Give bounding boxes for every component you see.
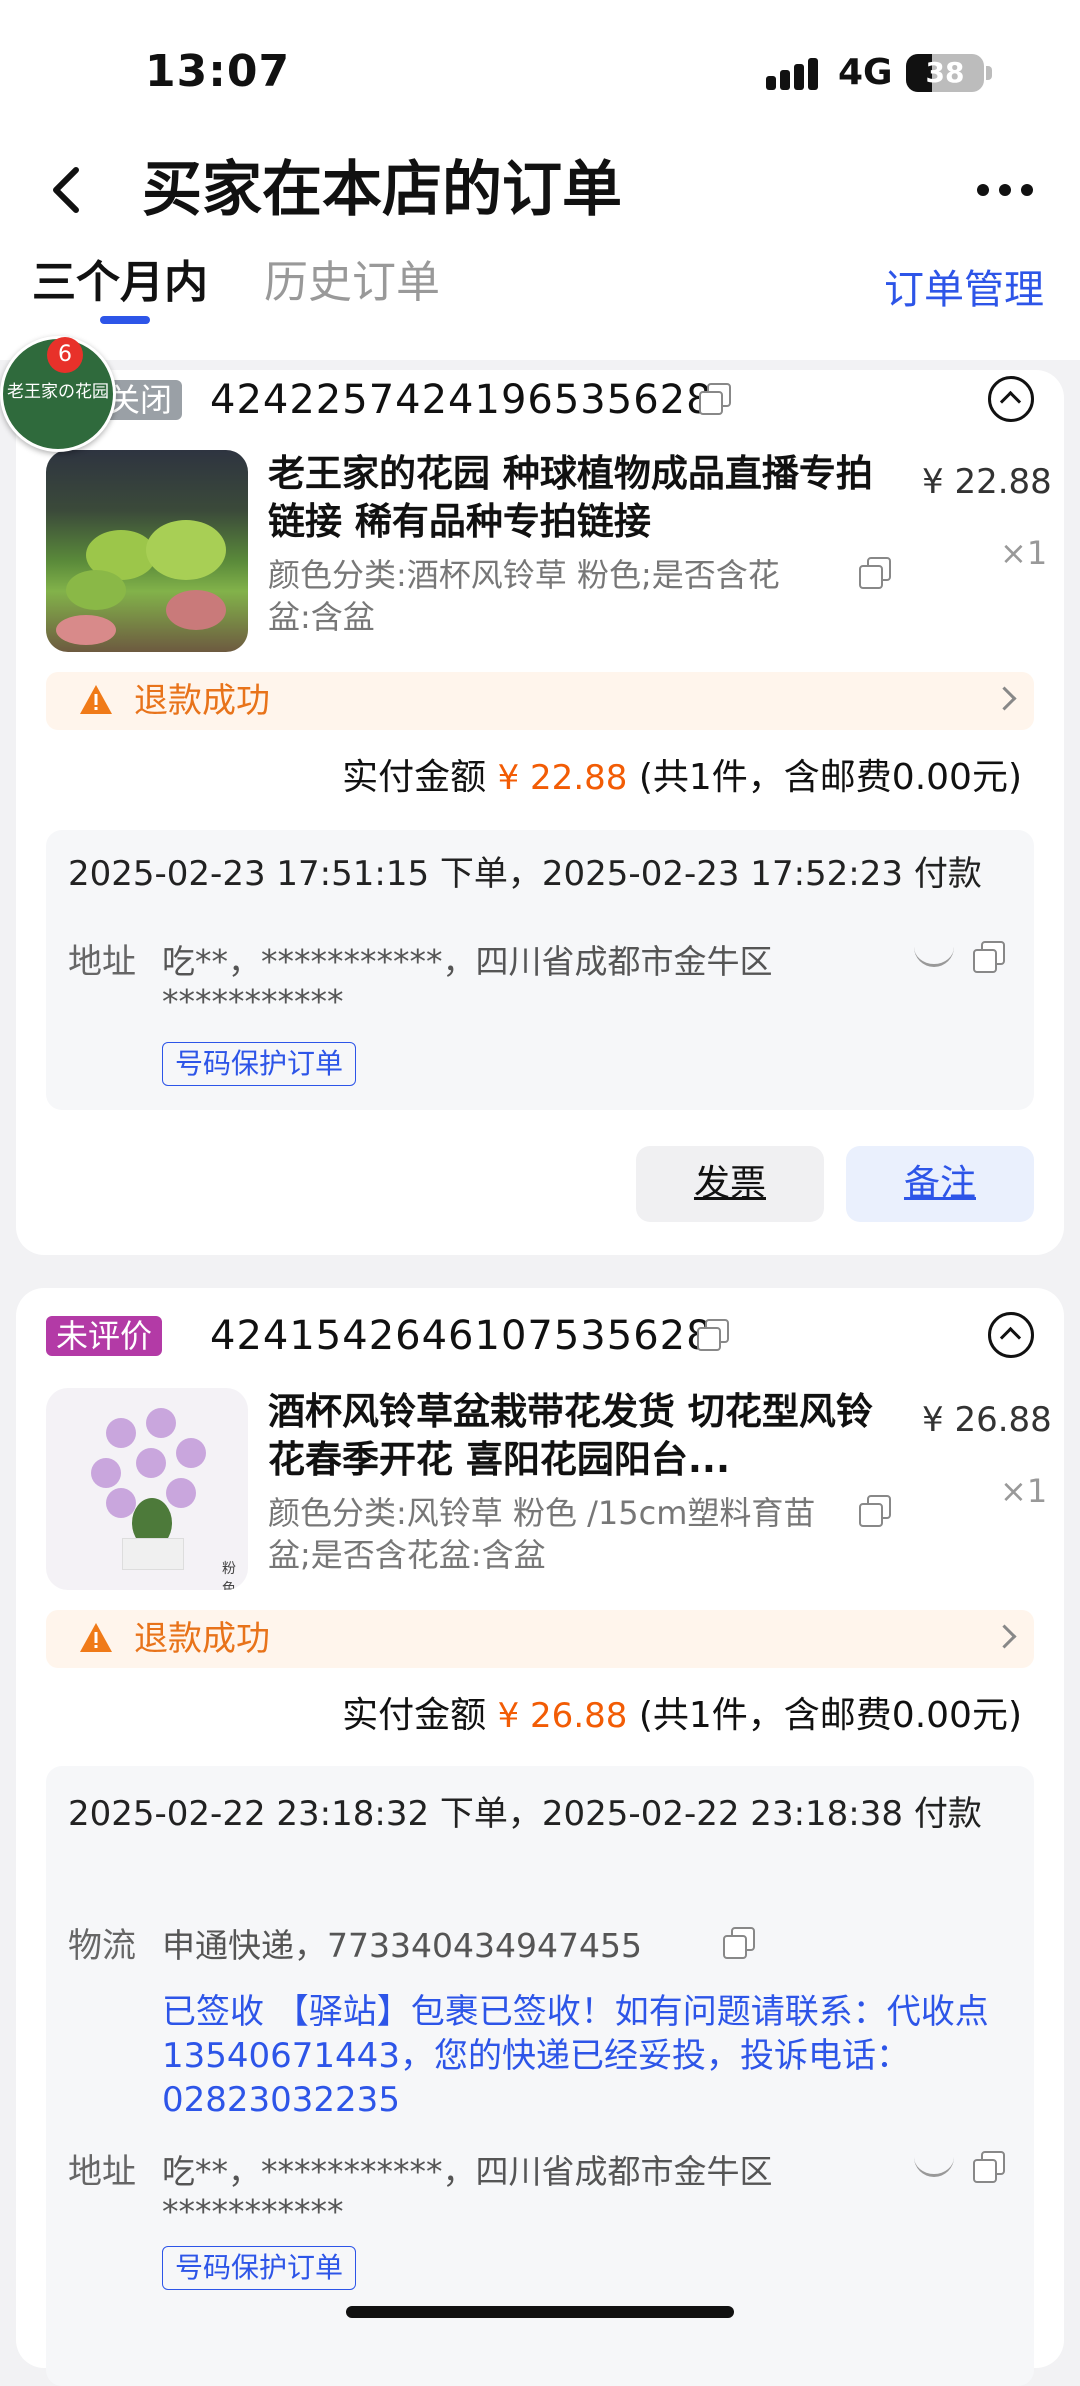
payment-summary: 实付金额 ¥ 22.88 (共1件，含邮费0.00元) <box>342 754 1022 802</box>
copy-icon[interactable] <box>696 1318 730 1352</box>
product-price: ¥ 26.88 <box>922 1400 1052 1440</box>
product-image[interactable]: 粉色 <box>46 1388 248 1590</box>
payment-label: 实付金额 <box>342 1695 487 1736</box>
payment-amount: ¥ 26.88 <box>497 1696 628 1736</box>
address-label: 地址 <box>68 2152 136 2192</box>
shop-name: 老王家の花园 <box>7 382 109 402</box>
order-number: 4241542646107535628 <box>210 1313 713 1359</box>
product-spec: 颜色分类:风铃草 粉色 /15cm塑料育苗盆;是否含花盆:含盆 <box>268 1494 816 1574</box>
payment-summary: 实付金额 ¥ 26.88 (共1件，含邮费0.00元) <box>342 1692 1022 1740</box>
order-time-line: 2025-02-23 17:51:15 下单，2025-02-23 17:52:… <box>68 854 982 894</box>
number-protect-tag: 号码保护订单 <box>162 1042 357 1086</box>
back-arrow-icon[interactable] <box>42 150 102 230</box>
copy-icon[interactable] <box>858 1494 892 1528</box>
remark-button[interactable]: 备注 <box>846 1146 1034 1222</box>
order-time-line: 2025-02-22 23:18:32 下单，2025-02-22 23:18:… <box>68 1794 982 1834</box>
refund-status-bar[interactable]: 退款成功 <box>46 672 1034 730</box>
tab-three-months[interactable]: 三个月内 <box>32 250 208 316</box>
order-info-box: 2025-02-22 23:18:32 下单，2025-02-22 23:18:… <box>46 1766 1034 2386</box>
product-title[interactable]: 酒杯风铃草盆栽带花发货 切花型风铃花春季开花 喜阳花园阳台... <box>268 1388 878 1484</box>
refund-status-bar[interactable]: 退款成功 <box>46 1610 1034 1668</box>
warning-icon <box>80 1623 112 1652</box>
network-type: 4G <box>838 52 893 93</box>
tab-history-orders[interactable]: 历史订单 <box>264 250 440 316</box>
collapse-icon[interactable] <box>988 1312 1034 1358</box>
invoice-button[interactable]: 发票 <box>636 1146 824 1222</box>
logistics-detail[interactable]: 已签收 【驿站】包裹已签收！如有问题请联系：代收点13540671443，您的快… <box>162 1990 1012 2122</box>
product-spec: 颜色分类:酒杯风铃草 粉色;是否含花盆:含盆 <box>268 556 780 636</box>
notification-badge: 6 <box>47 337 83 373</box>
payment-note: (共1件，含邮费0.00元) <box>638 757 1022 798</box>
order-card: 未评价 4241542646107535628 粉色 酒杯风铃草盆栽带花发货 切… <box>16 1288 1064 2386</box>
status-time: 13:07 <box>145 46 291 97</box>
product-image[interactable] <box>46 450 248 652</box>
payment-label: 实付金额 <box>342 757 487 798</box>
hide-eye-icon[interactable] <box>914 944 954 967</box>
address-text: 吃**，***********，四川省成都市金牛区*********** <box>162 942 773 1021</box>
logistics-label: 物流 <box>68 1926 136 1966</box>
order-number: 4242257424196535628 <box>210 377 713 423</box>
chevron-right-icon <box>992 1624 1017 1649</box>
refund-status-text: 退款成功 <box>134 681 270 721</box>
copy-icon[interactable] <box>858 556 892 590</box>
logistics-text: 申通快递，773340434947455 <box>162 1926 642 1965</box>
hide-eye-icon[interactable] <box>914 2154 954 2177</box>
product-title[interactable]: 老王家的花园 种球植物成品直播专拍链接 稀有品种专拍链接 <box>268 450 878 546</box>
address-text: 吃**，***********，四川省成都市金牛区*********** <box>162 2152 773 2231</box>
order-info-box: 2025-02-23 17:51:15 下单，2025-02-23 17:52:… <box>46 830 1034 1110</box>
collapse-icon[interactable] <box>988 376 1034 422</box>
number-protect-tag: 号码保护订单 <box>162 2246 357 2290</box>
chevron-right-icon <box>992 686 1017 711</box>
more-options-icon[interactable] <box>972 170 1038 210</box>
order-card: 关闭 4242257424196535628 老王家的花园 种球植物成品直播专拍… <box>16 370 1064 1255</box>
copy-icon[interactable] <box>972 2150 1006 2184</box>
order-management-link[interactable]: 订单管理 <box>884 260 1044 320</box>
page-title: 买家在本店的订单 <box>142 155 622 225</box>
order-status-badge: 未评价 <box>46 1316 163 1356</box>
copy-icon[interactable] <box>722 1926 756 1960</box>
product-quantity: ×1 <box>1000 1472 1048 1510</box>
address-label: 地址 <box>68 942 136 982</box>
home-indicator <box>346 2306 734 2318</box>
copy-icon[interactable] <box>698 382 732 416</box>
floating-shop-avatar[interactable]: 老王家の花园 6 <box>0 336 116 452</box>
product-quantity: ×1 <box>1000 534 1048 572</box>
product-price: ¥ 22.88 <box>922 462 1052 502</box>
refund-status-text: 退款成功 <box>134 1619 270 1659</box>
warning-icon <box>80 685 112 714</box>
battery-level: 38 <box>925 56 965 89</box>
battery-tip <box>986 66 992 80</box>
image-tag: 粉色 <box>222 1561 236 1590</box>
copy-icon[interactable] <box>972 940 1006 974</box>
battery-icon: 38 <box>906 54 984 92</box>
top-bar: 13:07 4G 38 买家在本店的订单 三个月内 历史订单 订单管理 <box>0 0 1080 360</box>
payment-amount: ¥ 22.88 <box>497 758 628 798</box>
active-tab-indicator <box>100 316 150 324</box>
payment-note: (共1件，含邮费0.00元) <box>638 1695 1022 1736</box>
signal-icon <box>766 56 822 90</box>
